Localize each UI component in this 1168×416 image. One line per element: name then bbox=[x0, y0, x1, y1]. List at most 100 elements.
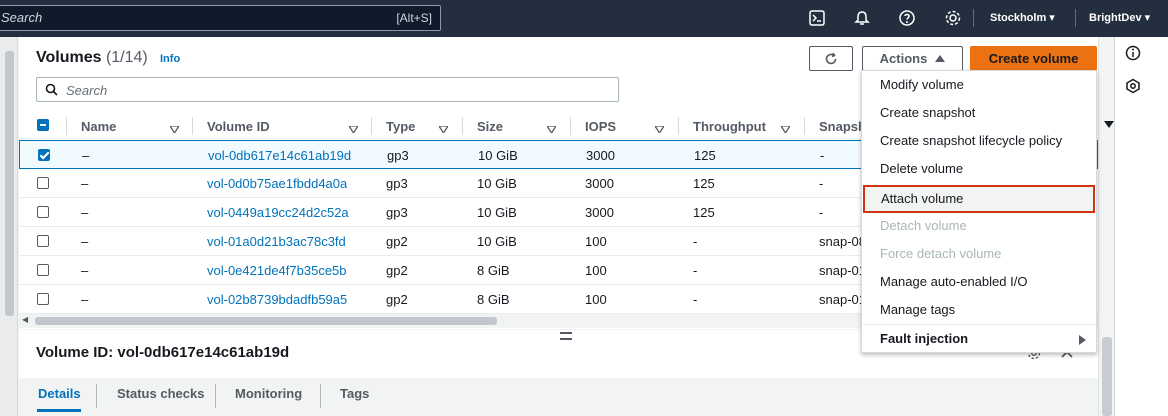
cell-volume-id-link[interactable]: vol-0449a19cc24d2c52a bbox=[207, 205, 349, 220]
scroll-left-arrow-icon[interactable]: ◀ bbox=[22, 315, 28, 324]
menu-item-delete-volume[interactable]: Delete volume bbox=[862, 155, 1096, 183]
cell-type: gp3 bbox=[386, 205, 408, 220]
info-link[interactable]: Info bbox=[160, 53, 180, 65]
sort-icon[interactable] bbox=[437, 121, 450, 136]
cell-name: – bbox=[81, 292, 89, 307]
cell-type: gp3 bbox=[387, 148, 409, 163]
cell-volume-id-link[interactable]: vol-02b8739bdadfb59a5 bbox=[207, 292, 347, 307]
row-checkbox[interactable] bbox=[38, 149, 50, 161]
column-header-throughput[interactable]: Throughput bbox=[693, 119, 766, 134]
column-header-type[interactable]: Type bbox=[386, 119, 415, 134]
cell-name: – bbox=[81, 234, 89, 249]
menu-item-force-detach-volume: Force detach volume bbox=[880, 246, 1002, 261]
cell-volume-id-link[interactable]: vol-0d0b75ae1fbdd4a0a bbox=[207, 176, 347, 191]
global-search-placeholder: Search bbox=[1, 10, 43, 25]
left-scrollbar[interactable] bbox=[0, 37, 18, 416]
region-label: Stockholm bbox=[990, 12, 1047, 24]
column-header-iops[interactable]: IOPS bbox=[585, 119, 616, 134]
column-divider bbox=[462, 117, 463, 135]
tab-divider bbox=[96, 384, 97, 408]
refresh-button[interactable] bbox=[809, 46, 853, 71]
cell-size: 8 GiB bbox=[477, 292, 510, 307]
tab-tags[interactable]: Tags bbox=[340, 386, 369, 401]
cell-iops: 100 bbox=[585, 263, 607, 278]
menu-item-modify-volume[interactable]: Modify volume bbox=[862, 71, 1096, 99]
scrollbar-thumb[interactable] bbox=[1102, 337, 1112, 416]
column-divider bbox=[66, 117, 67, 135]
cell-snapshot: - bbox=[820, 148, 825, 163]
scrollbar-thumb[interactable] bbox=[5, 51, 14, 316]
menu-item-attach-volume[interactable]: Attach volume bbox=[863, 185, 1095, 213]
create-volume-button[interactable]: Create volume bbox=[970, 46, 1097, 71]
submenu-arrow-icon bbox=[1079, 335, 1086, 345]
row-checkbox[interactable] bbox=[37, 293, 49, 305]
cell-volume-id-link[interactable]: vol-0db617e14c61ab19d bbox=[208, 148, 351, 163]
refresh-icon bbox=[825, 52, 837, 64]
actions-button[interactable]: Actions bbox=[862, 46, 963, 71]
sort-icon[interactable] bbox=[653, 121, 666, 136]
account-label: BrightDev bbox=[1089, 12, 1142, 24]
cell-volume-id-link[interactable]: vol-0e421de4f7b35ce5b bbox=[207, 263, 347, 278]
search-placeholder: Search bbox=[66, 83, 108, 98]
menu-item-fault-injection[interactable]: Fault injection bbox=[862, 324, 1096, 352]
volume-search-input[interactable]: Search bbox=[36, 77, 619, 102]
hexagon-settings-icon[interactable] bbox=[1125, 78, 1141, 94]
right-tools-rail bbox=[1114, 37, 1168, 416]
cloudshell-icon[interactable] bbox=[808, 9, 826, 27]
column-header-snapshot[interactable]: Snapsh bbox=[819, 119, 866, 134]
help-icon[interactable] bbox=[898, 9, 916, 27]
sort-icon[interactable] bbox=[545, 121, 558, 136]
cell-snapshot: - bbox=[819, 205, 824, 220]
cell-iops: 3000 bbox=[585, 205, 614, 220]
notifications-bell-icon[interactable] bbox=[853, 9, 871, 27]
sort-icon[interactable] bbox=[347, 121, 360, 136]
cell-iops: 3000 bbox=[586, 148, 615, 163]
menu-item-manage-tags[interactable]: Manage tags bbox=[862, 296, 1096, 324]
cell-throughput: 125 bbox=[693, 205, 715, 220]
cell-name: – bbox=[82, 148, 90, 163]
column-header-size[interactable]: Size bbox=[477, 119, 503, 134]
row-checkbox[interactable] bbox=[37, 206, 49, 218]
cell-snapshot: snap-08 bbox=[819, 234, 866, 249]
row-checkbox[interactable] bbox=[37, 235, 49, 247]
cell-throughput: - bbox=[693, 234, 698, 249]
cell-name: – bbox=[81, 263, 89, 278]
menu-item-manage-auto-enabled-io[interactable]: Manage auto-enabled I/O bbox=[862, 268, 1096, 296]
sort-icon[interactable] bbox=[779, 121, 792, 136]
cell-volume-id-link[interactable]: vol-01a0d21b3ac78c3fd bbox=[207, 234, 346, 249]
account-menu[interactable]: BrightDev ▾ bbox=[1089, 11, 1150, 24]
nav-divider bbox=[973, 9, 974, 27]
cell-throughput: - bbox=[693, 292, 698, 307]
info-panel-icon[interactable] bbox=[1125, 45, 1141, 61]
cell-snapshot: snap-01 bbox=[819, 292, 866, 307]
resize-handle[interactable] bbox=[560, 332, 572, 340]
column-overflow-caret-icon[interactable] bbox=[1104, 121, 1114, 128]
sort-icon[interactable] bbox=[168, 121, 181, 136]
cell-throughput: 125 bbox=[694, 148, 716, 163]
region-selector[interactable]: Stockholm ▾ bbox=[990, 11, 1055, 24]
column-divider bbox=[678, 117, 679, 135]
selection-count: (1/14) bbox=[105, 49, 148, 66]
column-header-name[interactable]: Name bbox=[81, 119, 116, 134]
global-search-input[interactable]: Search [Alt+S] bbox=[0, 5, 441, 31]
tab-monitoring[interactable]: Monitoring bbox=[235, 386, 302, 401]
row-checkbox[interactable] bbox=[37, 264, 49, 276]
select-all-checkbox[interactable] bbox=[37, 119, 49, 131]
cell-snapshot: snap-01 bbox=[819, 263, 866, 278]
scrollbar-thumb[interactable] bbox=[35, 317, 497, 325]
cell-throughput: - bbox=[693, 263, 698, 278]
tab-status-checks[interactable]: Status checks bbox=[117, 386, 204, 401]
page-scrollbar[interactable] bbox=[1098, 37, 1114, 416]
column-divider bbox=[371, 117, 372, 135]
menu-item-create-snapshot-lifecycle-policy[interactable]: Create snapshot lifecycle policy bbox=[862, 127, 1096, 155]
search-shortcut-hint: [Alt+S] bbox=[396, 11, 432, 25]
column-header-volume-id[interactable]: Volume ID bbox=[207, 119, 270, 134]
top-navigation-bar: Search [Alt+S] Stockholm ▾ BrightDev ▾ bbox=[0, 0, 1168, 37]
actions-dropdown-menu: Modify volume Create snapshot Create sna… bbox=[861, 70, 1097, 353]
cell-name: – bbox=[81, 176, 89, 191]
cell-size: 10 GiB bbox=[477, 176, 517, 191]
settings-gear-icon[interactable] bbox=[944, 9, 962, 27]
tab-details[interactable]: Details bbox=[38, 386, 81, 401]
menu-item-create-snapshot[interactable]: Create snapshot bbox=[862, 99, 1096, 127]
row-checkbox[interactable] bbox=[37, 177, 49, 189]
